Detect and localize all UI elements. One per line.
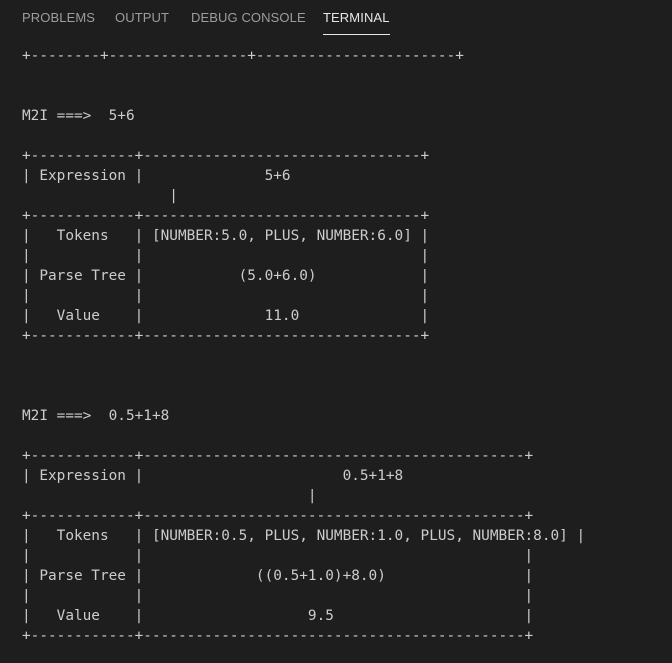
terminal-line: | Expression | 5+6 (22, 168, 291, 184)
terminal-line: | (22, 488, 317, 504)
terminal-line: | Parse Tree | ((0.5+1.0)+8.0) | (22, 568, 534, 584)
terminal-line: | (22, 188, 178, 204)
terminal-line: | | | (22, 548, 534, 564)
terminal-line: | Tokens | [NUMBER:5.0, PLUS, NUMBER:6.0… (22, 228, 430, 244)
tab-output[interactable]: OUTPUT (115, 10, 169, 25)
terminal-line: +------------+--------------------------… (22, 508, 534, 524)
terminal-line: +------------+--------------------------… (22, 448, 534, 464)
terminal-line: | | | (22, 288, 430, 304)
tab-problems[interactable]: PROBLEMS (22, 10, 95, 25)
terminal-line: | Value | 11.0 | (22, 308, 430, 324)
terminal-line: +------------+--------------------------… (22, 208, 430, 224)
terminal-line: +------------+--------------------------… (22, 628, 534, 644)
terminal-output[interactable]: +--------+----------------+-------------… (0, 36, 672, 663)
terminal-line: | Expression | 0.5+1+8 (22, 468, 404, 484)
terminal-line: M2I ===> 5+6 (22, 108, 135, 124)
terminal-line: +------------+--------------------------… (22, 148, 430, 164)
terminal-line: +------------+--------------------------… (22, 328, 430, 344)
tab-debug-console[interactable]: DEBUG CONSOLE (191, 10, 306, 25)
terminal-line: | Parse Tree | (5.0+6.0) | (22, 268, 430, 284)
terminal-line: M2I ===> 0.5+1+8 (22, 408, 170, 424)
terminal-line: | Value | 9.5 | (22, 608, 534, 624)
terminal-line: | | | (22, 588, 534, 604)
terminal-line: | Tokens | [NUMBER:0.5, PLUS, NUMBER:1.0… (22, 528, 586, 544)
terminal-line: +--------+----------------+-------------… (22, 48, 464, 64)
terminal-line: | | | (22, 248, 430, 264)
tab-terminal[interactable]: TERMINAL (323, 10, 390, 35)
panel-tab-bar: PROBLEMS OUTPUT DEBUG CONSOLE TERMINAL (0, 0, 672, 36)
